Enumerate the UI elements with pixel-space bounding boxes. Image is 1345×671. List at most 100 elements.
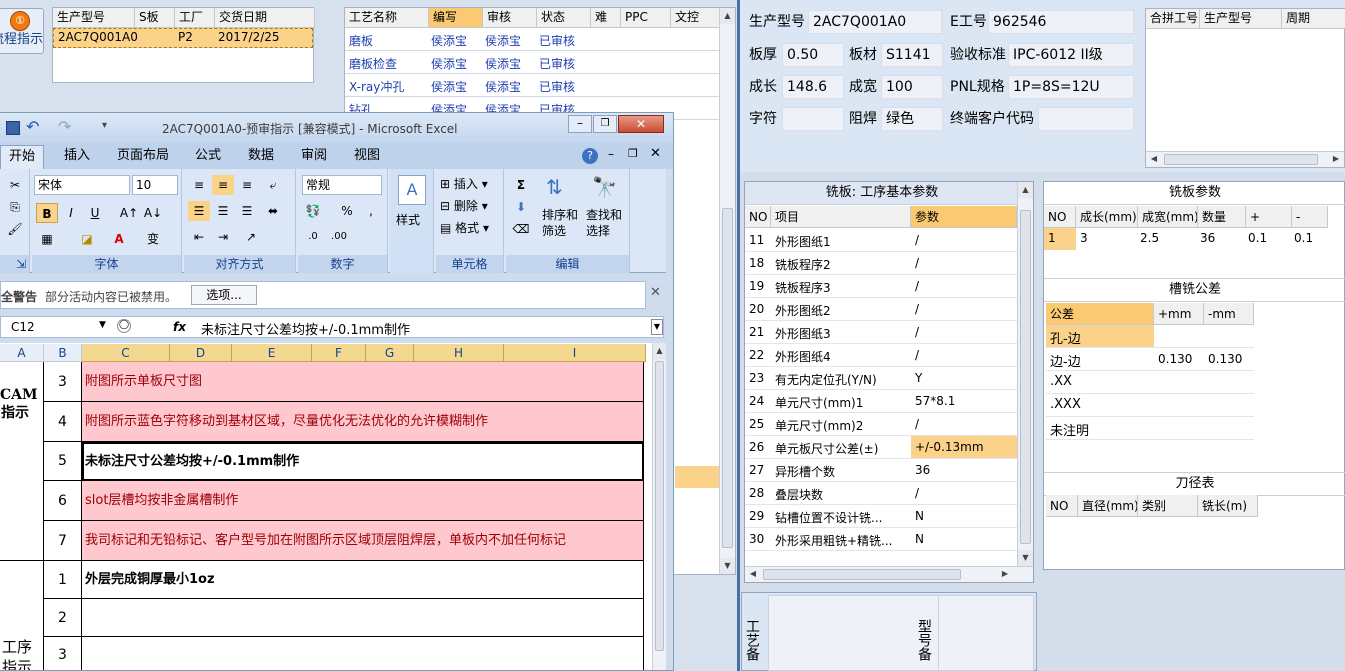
fill-color-icon[interactable]: ◪ bbox=[76, 229, 98, 249]
find-select-label[interactable]: 查找和选择 bbox=[586, 207, 626, 239]
formula-cancel-icon[interactable]: ◯ bbox=[117, 319, 131, 333]
font-size-select[interactable]: 10 bbox=[132, 175, 178, 195]
sheet-row[interactable]: 3 bbox=[44, 637, 644, 670]
style-icon[interactable]: A bbox=[398, 175, 426, 205]
mp-plus-header[interactable]: + bbox=[1246, 206, 1292, 228]
table-row[interactable]: X-ray冲孔 侯添宝 侯添宝 已审核 bbox=[345, 74, 721, 97]
pnl-field[interactable]: 1P=8S=12U bbox=[1008, 75, 1134, 99]
col-header-f[interactable]: F bbox=[312, 344, 366, 362]
table-row[interactable]: 磨板检查 侯添宝 侯添宝 已审核 bbox=[345, 51, 721, 74]
author-col-header[interactable]: 编写 bbox=[429, 8, 483, 28]
merge-icon[interactable]: ⬌ bbox=[262, 201, 284, 221]
mp-minus-header[interactable]: - bbox=[1292, 206, 1328, 228]
format-cells-button[interactable]: ▤ 格式 ▾ bbox=[440, 219, 489, 236]
combine-period-header[interactable]: 周期 bbox=[1282, 9, 1345, 29]
clear-icon[interactable]: ⌫ bbox=[510, 219, 532, 239]
table-row[interactable]: 18 铣板程序2 / bbox=[745, 252, 1017, 275]
table-row[interactable]: 30 外形采用粗铣+精铣... N bbox=[745, 528, 1017, 551]
comma-icon[interactable]: , bbox=[360, 201, 382, 221]
wrap-text-icon[interactable]: ⤶ bbox=[262, 175, 284, 195]
table-row[interactable]: 29 钻槽位置不设计铣... N bbox=[745, 505, 1017, 528]
help-icon[interactable]: ? bbox=[582, 148, 598, 164]
section-process[interactable]: 工序指示 bbox=[0, 561, 44, 670]
align-center-icon[interactable]: ☰ bbox=[212, 201, 234, 221]
tol-plus-header[interactable]: +mm bbox=[1154, 303, 1204, 325]
table-row[interactable]: 11 外形图纸1 / bbox=[745, 229, 1017, 252]
customer-code-field[interactable] bbox=[1038, 107, 1134, 131]
ribbon-restore-icon[interactable]: ❐ bbox=[628, 147, 638, 160]
model-notes-text[interactable] bbox=[938, 595, 1034, 671]
fill-icon[interactable]: ⬇ bbox=[510, 197, 532, 217]
col-header-e[interactable]: E bbox=[232, 344, 312, 362]
increase-indent-icon[interactable]: ⇥ bbox=[212, 227, 234, 247]
milling-hscroll[interactable]: ◀ ▶ bbox=[745, 566, 1033, 582]
process-col-header[interactable]: 工艺名称 bbox=[345, 8, 429, 28]
table-row[interactable]: .XX bbox=[1046, 371, 1254, 394]
close-button[interactable]: ✕ bbox=[618, 115, 664, 133]
number-format-select[interactable]: 常规 bbox=[302, 175, 382, 195]
flow-button[interactable]: ① 流程指示 bbox=[0, 8, 44, 54]
col-header-g[interactable]: G bbox=[366, 344, 414, 362]
std-field[interactable]: IPC-6012 II级 bbox=[1008, 43, 1134, 67]
table-row[interactable]: 未注明 bbox=[1046, 417, 1254, 440]
material-field[interactable]: S1141 bbox=[881, 43, 943, 67]
mp-qty-header[interactable]: 数量 bbox=[1198, 206, 1246, 228]
tool-len-header[interactable]: 铣长(m) bbox=[1198, 495, 1258, 517]
table-row[interactable]: 2AC7Q001A0 P2 2017/2/25 bbox=[53, 28, 313, 48]
table-row[interactable]: .XXX bbox=[1046, 394, 1254, 417]
table-row[interactable]: 27 异形槽个数 36 bbox=[745, 459, 1017, 482]
sheet-row[interactable]: 1 外层完成铜厚最小1oz bbox=[44, 561, 644, 599]
tool-type-header[interactable]: 类别 bbox=[1138, 495, 1198, 517]
s-col-header[interactable]: S板 bbox=[135, 8, 175, 28]
difficulty-col-header[interactable]: 难 bbox=[591, 8, 621, 28]
sort-filter-label[interactable]: 排序和筛选 bbox=[542, 207, 582, 239]
name-box[interactable]: C12 bbox=[11, 320, 35, 334]
mp-wid-header[interactable]: 成宽(mm) bbox=[1138, 206, 1198, 228]
char-field[interactable] bbox=[782, 107, 844, 131]
undo-icon[interactable]: ↶ bbox=[26, 117, 39, 136]
insert-cells-button[interactable]: ⊞ 插入 ▾ bbox=[440, 175, 488, 192]
restore-button[interactable]: ❐ bbox=[593, 115, 617, 133]
table-row[interactable]: 19 铣板程序3 / bbox=[745, 275, 1017, 298]
tab-view[interactable]: 视图 bbox=[354, 145, 380, 167]
currency-icon[interactable]: 💱 bbox=[302, 201, 324, 221]
table-row[interactable]: 孔-边 bbox=[1046, 325, 1254, 348]
decrease-decimal-icon[interactable]: .00 bbox=[328, 227, 350, 247]
review-col-header[interactable]: 审核 bbox=[483, 8, 537, 28]
sort-filter-icon[interactable]: ⇅ bbox=[546, 175, 563, 199]
ribbon-close-icon[interactable]: ✕ bbox=[650, 146, 661, 161]
length-field[interactable]: 148.6 bbox=[782, 75, 844, 99]
increase-decimal-icon[interactable]: .0 bbox=[302, 227, 324, 247]
italic-button[interactable]: I bbox=[60, 203, 82, 223]
name-box-dropdown-icon[interactable]: ▼ bbox=[99, 320, 106, 330]
sheet-vscroll[interactable]: ▲ bbox=[652, 343, 666, 670]
table-row[interactable]: 21 外形图纸3 / bbox=[745, 321, 1017, 344]
ppc-col-header[interactable]: PPC bbox=[621, 8, 671, 28]
table-row[interactable]: 26 单元板尺寸公差(±) +/-0.13mm bbox=[745, 436, 1017, 459]
shrink-font-button[interactable]: A↓ bbox=[142, 203, 164, 223]
border-icon[interactable]: ▦ bbox=[36, 229, 58, 249]
mp-no-header[interactable]: NO bbox=[1044, 206, 1076, 228]
sheet-row[interactable]: 7 我司标记和无铅标记、客户型号加在附图所示区域顶层阻焊层，单板内不加任何标记 bbox=[44, 521, 644, 561]
options-button[interactable]: 选项... bbox=[191, 285, 257, 305]
tol-col-header[interactable]: 公差 bbox=[1046, 303, 1154, 325]
align-middle-icon[interactable]: ≡ bbox=[212, 175, 234, 195]
tab-formulas[interactable]: 公式 bbox=[195, 145, 221, 167]
decrease-indent-icon[interactable]: ⇤ bbox=[188, 227, 210, 247]
mask-field[interactable]: 绿色 bbox=[881, 107, 943, 131]
col-header-d[interactable]: D bbox=[170, 344, 232, 362]
no-col-header[interactable]: NO bbox=[745, 206, 771, 228]
col-header-b[interactable]: B bbox=[44, 344, 82, 362]
sheet-row[interactable]: 2 bbox=[44, 599, 644, 637]
table-row[interactable]: 23 有无内定位孔(Y/N) Y bbox=[745, 367, 1017, 390]
autosum-icon[interactable]: Σ bbox=[510, 175, 532, 195]
tab-data[interactable]: 数据 bbox=[248, 145, 274, 167]
doc-col-header[interactable]: 文控 bbox=[671, 8, 721, 28]
cut-icon[interactable]: ✂ bbox=[4, 175, 26, 195]
combine-no-header[interactable]: 合拼工号 bbox=[1146, 9, 1200, 29]
ribbon-minimize-icon[interactable]: – bbox=[608, 147, 614, 161]
table-row[interactable]: 边-边 0.130 0.130 bbox=[1046, 348, 1254, 371]
grow-font-button[interactable]: A↑ bbox=[118, 203, 140, 223]
find-select-icon[interactable]: 🔭 bbox=[592, 175, 617, 199]
status-col-header[interactable]: 状态 bbox=[537, 8, 591, 28]
